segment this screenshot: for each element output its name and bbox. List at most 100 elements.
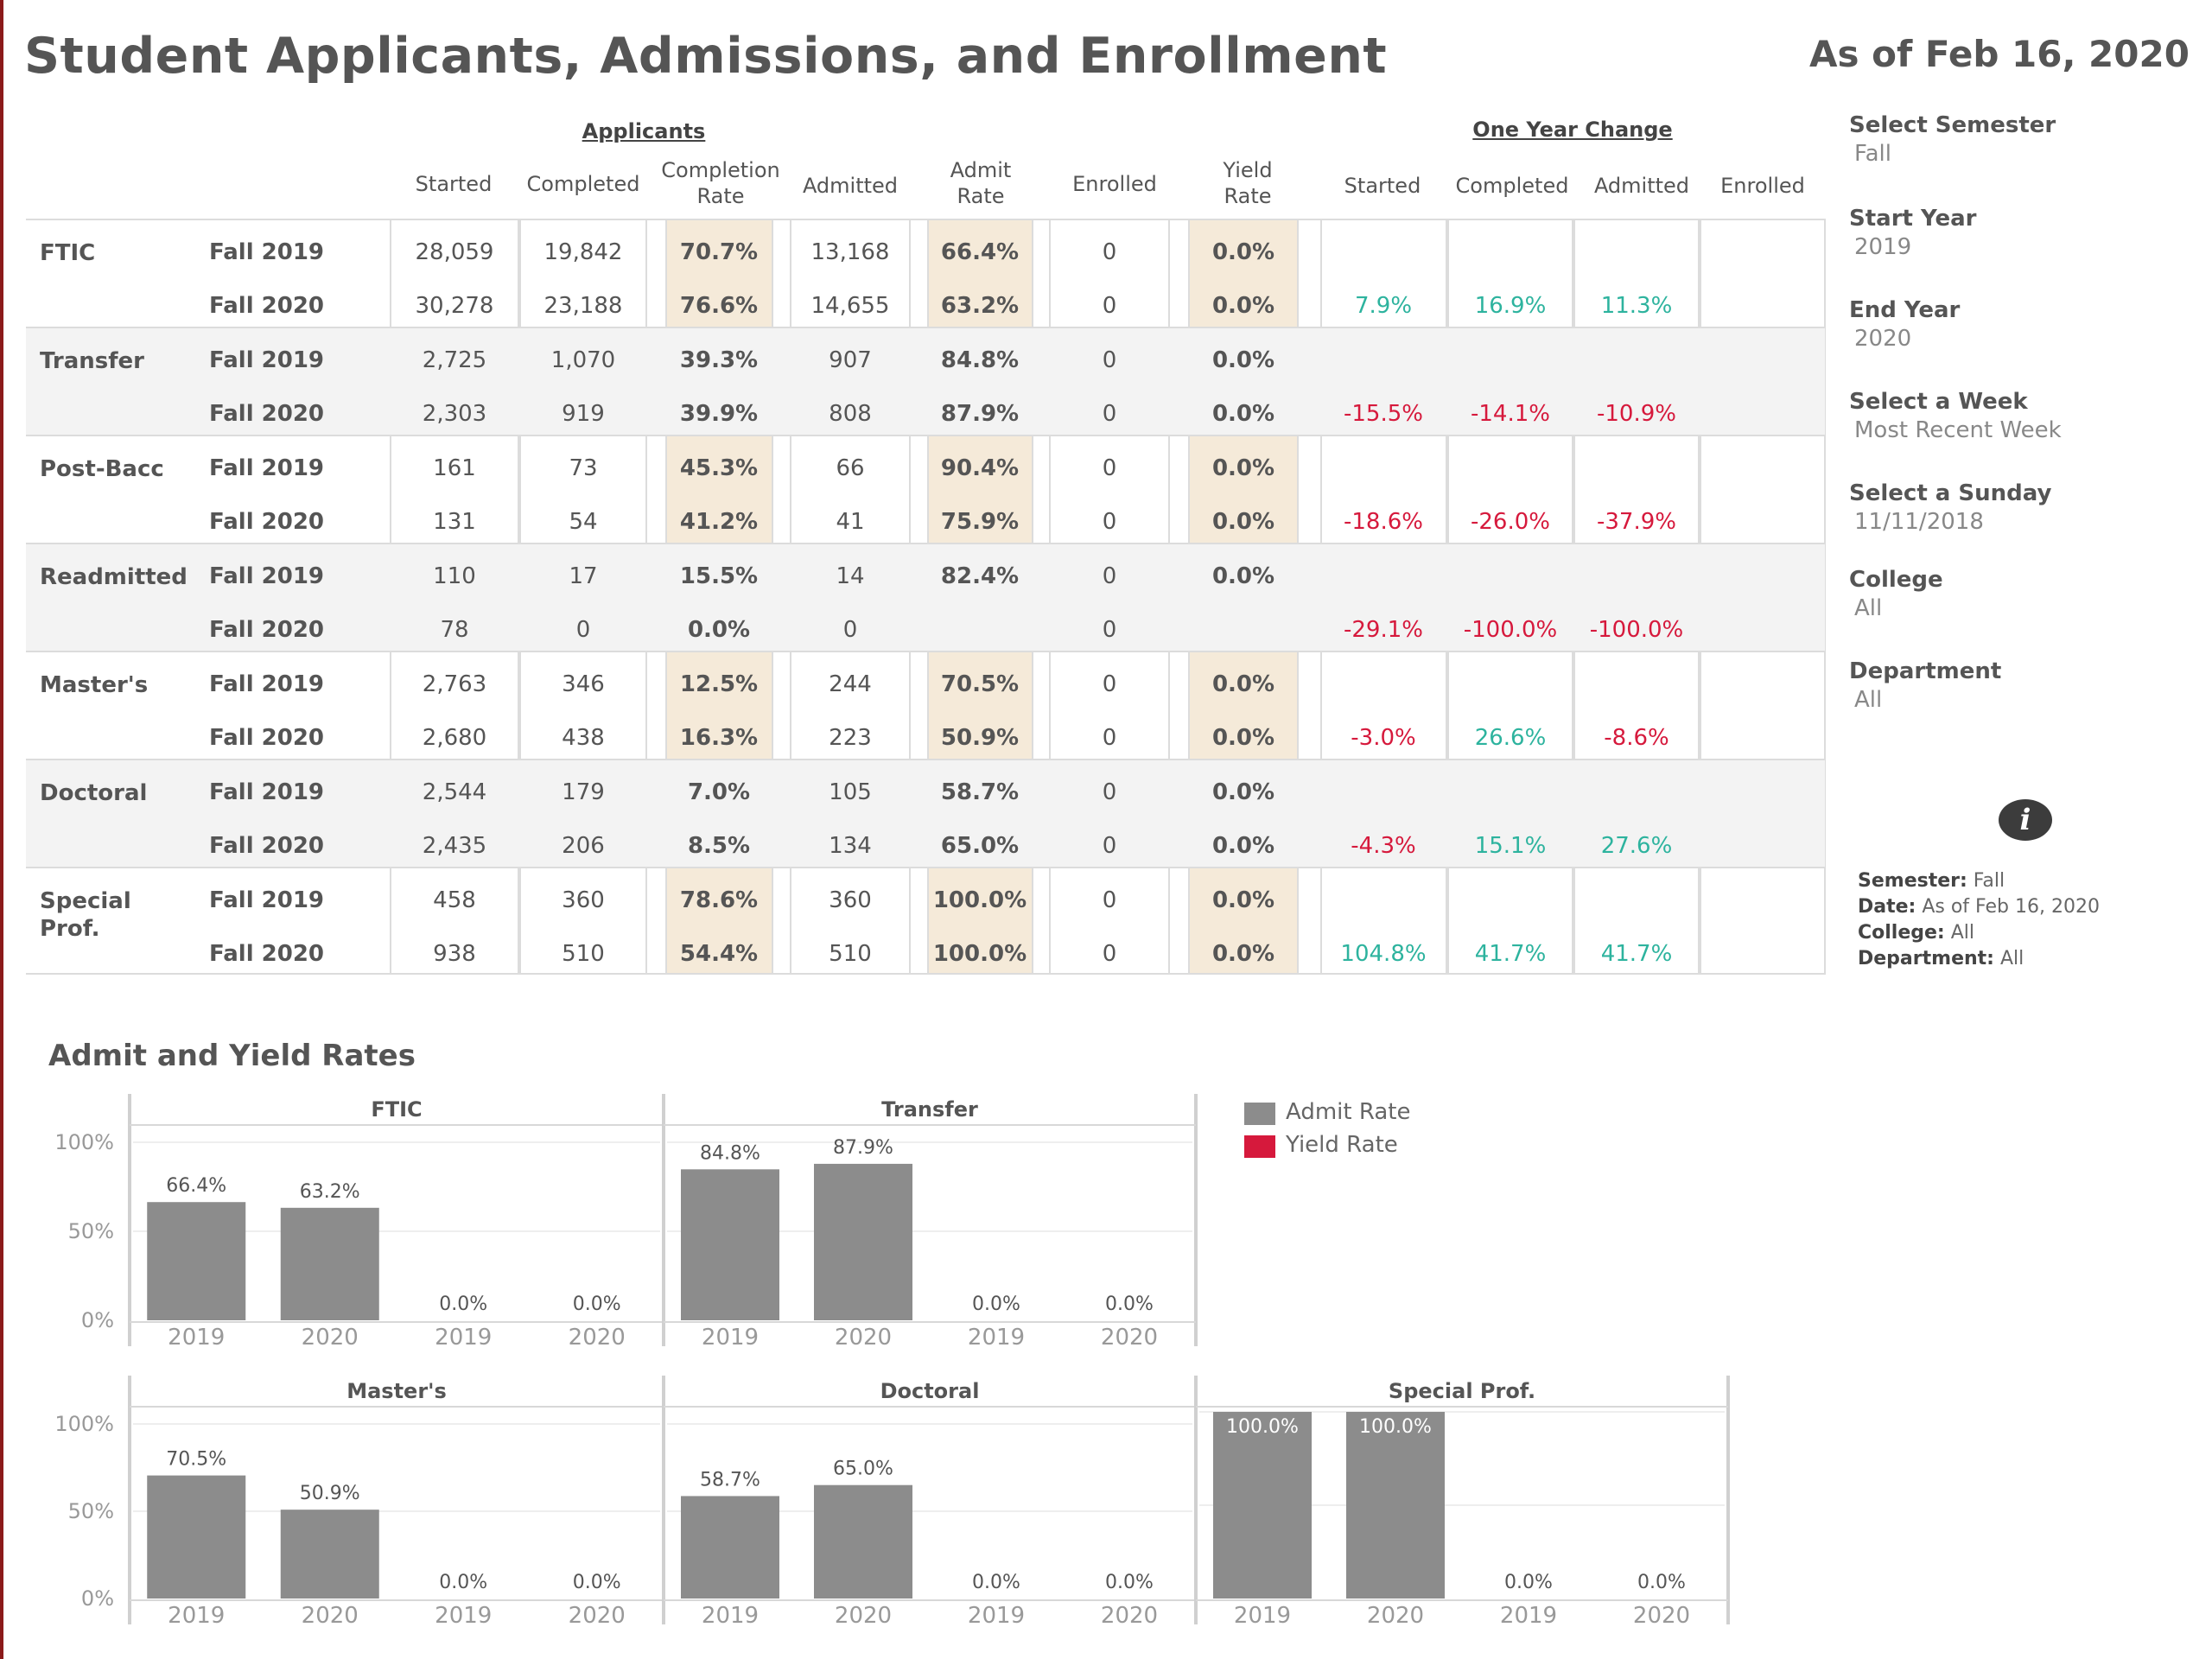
filter-semester-value[interactable]: Fall [1854, 141, 1891, 167]
cell-completion-rate: 70.7% [679, 239, 759, 265]
header-change-completed: Completed [1455, 174, 1569, 198]
term-label: Fall 2019 [209, 887, 325, 913]
cell-admit-rate: 65.0% [940, 833, 1020, 859]
cell-enrolled: 0 [1102, 671, 1117, 697]
term-label: Fall 2020 [209, 401, 325, 427]
cell-started: 458 [433, 887, 476, 913]
cell-completed: 19,842 [543, 239, 623, 265]
x-tick-label: 2019 [168, 1603, 225, 1629]
cell-chg-completed: 41.7% [1474, 941, 1547, 967]
header-started: Started [415, 172, 493, 196]
cell-enrolled: 0 [1102, 509, 1117, 535]
bar-data-label: 0.0% [1105, 1572, 1154, 1593]
header-completed: Completed [526, 172, 640, 196]
cell-enrolled: 0 [1102, 347, 1117, 373]
group-label: FTIC [40, 240, 96, 266]
chart-panel-title: Special Prof. [1389, 1379, 1535, 1403]
cell-yield-rate: 0.0% [1211, 941, 1275, 967]
cell-chg-admitted: -37.9% [1597, 509, 1676, 535]
x-tick-label: 2020 [835, 1603, 892, 1629]
cell-admitted: 510 [829, 941, 872, 967]
x-tick-label: 2019 [968, 1603, 1025, 1629]
applicants-group-header: Applicants [582, 119, 706, 143]
cell-completed: 346 [562, 671, 605, 697]
bar-data-label: 0.0% [439, 1294, 487, 1315]
group-label: Special Prof. [40, 888, 131, 942]
cell-chg-completed: -26.0% [1471, 509, 1550, 535]
page-title: Student Applicants, Admissions, and Enro… [24, 28, 1388, 85]
filter-sunday-value[interactable]: 11/11/2018 [1854, 509, 1984, 535]
summary-date: Date: As of Feb 16, 2020 [1858, 896, 2100, 918]
cell-yield-rate: 0.0% [1211, 509, 1275, 535]
cell-enrolled: 0 [1102, 239, 1117, 265]
term-label: Fall 2020 [209, 293, 325, 319]
chart-panel-title: FTIC [371, 1097, 422, 1122]
cell-enrolled: 0 [1102, 617, 1117, 643]
filter-department-value[interactable]: All [1854, 687, 1882, 713]
cell-completed: 73 [569, 455, 598, 481]
cell-enrolled: 0 [1102, 563, 1117, 589]
filter-week-label: Select a Week [1849, 389, 2028, 415]
cell-completion-rate: 12.5% [679, 671, 759, 697]
header-change-enrolled: Enrolled [1720, 174, 1805, 198]
cell-started: 30,278 [415, 293, 494, 319]
bar-data-label: 0.0% [573, 1294, 621, 1315]
y-tick-label: 50% [68, 1219, 114, 1243]
x-tick-label: 2019 [435, 1603, 492, 1629]
cell-admit-rate: 63.2% [940, 293, 1020, 319]
cell-started: 131 [433, 509, 476, 535]
cell-admitted: 907 [829, 347, 872, 373]
header-change-admitted: Admitted [1593, 174, 1690, 198]
admit-rate-bar [147, 1202, 246, 1320]
chart-panel-title: Transfer [881, 1097, 978, 1122]
admit-rate-bar [1346, 1412, 1445, 1599]
filter-sunday-label: Select a Sunday [1849, 480, 2052, 506]
term-label: Fall 2019 [209, 347, 325, 373]
group-label: Transfer [40, 348, 144, 374]
bar-data-label: 58.7% [700, 1469, 760, 1491]
cell-completed: 17 [569, 563, 598, 589]
x-tick-label: 2020 [1101, 1325, 1158, 1351]
filter-college-label: College [1849, 567, 1943, 593]
admit-rate-bar [681, 1496, 779, 1599]
x-tick-label: 2020 [835, 1325, 892, 1351]
filter-end-year-value[interactable]: 2020 [1854, 326, 1911, 352]
cell-admit-rate: 84.8% [940, 347, 1020, 373]
filter-college-value[interactable]: All [1854, 595, 1882, 621]
cell-yield-rate: 0.0% [1211, 401, 1275, 427]
cell-admitted: 14,655 [810, 293, 890, 319]
bar-data-label: 50.9% [300, 1483, 360, 1504]
cell-admit-rate: 100.0% [932, 887, 1027, 913]
y-tick-label: 100% [54, 1412, 114, 1436]
cell-chg-admitted: 11.3% [1600, 293, 1673, 319]
cell-admit-rate: 70.5% [940, 671, 1020, 697]
filter-end-year-label: End Year [1849, 297, 1961, 323]
cell-completion-rate: 76.6% [679, 293, 759, 319]
cell-completed: 54 [569, 509, 598, 535]
cell-admitted: 66 [836, 455, 865, 481]
cell-chg-started: -18.6% [1344, 509, 1423, 535]
cell-enrolled: 0 [1102, 887, 1117, 913]
cell-chg-started: -29.1% [1344, 617, 1423, 643]
cell-chg-admitted: 41.7% [1600, 941, 1673, 967]
x-tick-label: 2020 [569, 1325, 626, 1351]
cell-yield-rate: 0.0% [1211, 725, 1275, 751]
x-tick-label: 2020 [1633, 1603, 1690, 1629]
term-label: Fall 2020 [209, 509, 325, 535]
cell-yield-rate: 0.0% [1211, 779, 1275, 805]
filter-start-year-value[interactable]: 2019 [1854, 234, 1911, 260]
cell-completion-rate: 8.5% [687, 833, 751, 859]
cell-started: 938 [433, 941, 476, 967]
cell-completion-rate: 39.3% [679, 347, 759, 373]
group-label: Master's [40, 672, 149, 698]
cell-enrolled: 0 [1102, 779, 1117, 805]
header-change-started: Started [1344, 174, 1421, 198]
cell-chg-admitted: -10.9% [1597, 401, 1676, 427]
filter-semester-label: Select Semester [1849, 112, 2056, 138]
info-icon[interactable]: i [1999, 799, 2052, 841]
term-label: Fall 2019 [209, 779, 325, 805]
as-of-date: As of Feb 16, 2020 [1809, 33, 2190, 75]
filter-week-value[interactable]: Most Recent Week [1854, 417, 2062, 443]
cell-admit-rate: 50.9% [940, 725, 1020, 751]
cell-chg-completed: -14.1% [1471, 401, 1550, 427]
